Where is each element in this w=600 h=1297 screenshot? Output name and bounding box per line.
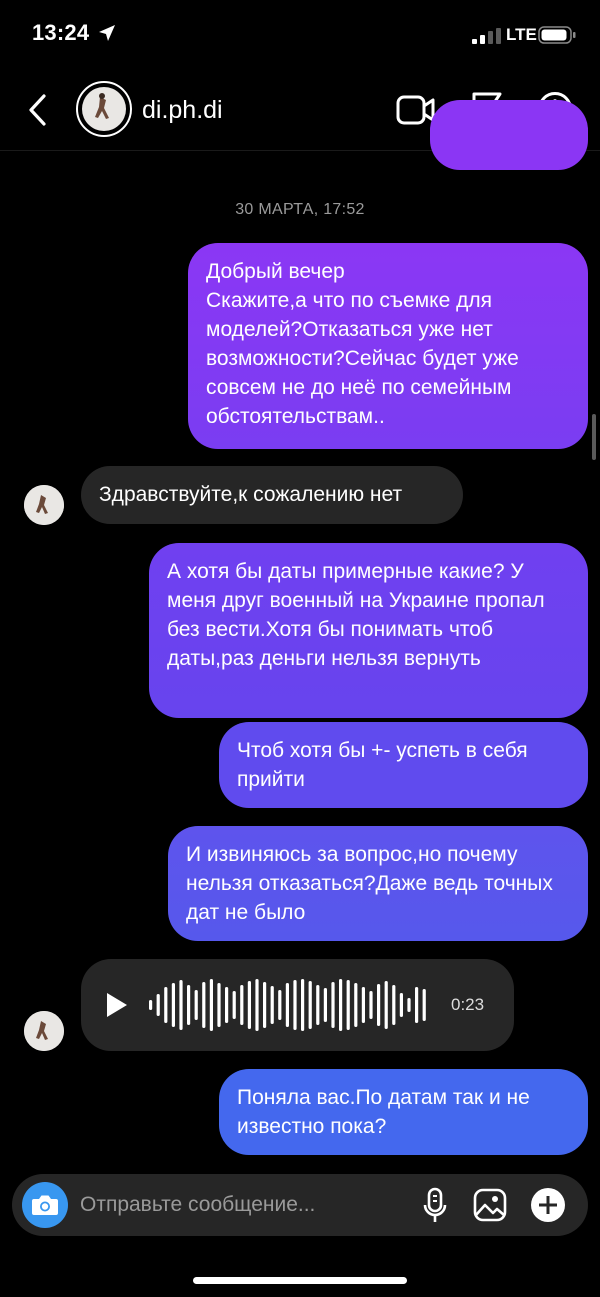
waveform-bar [346,980,350,1030]
outgoing-message[interactable]: Добрый вечер Скажите,а что по съемке для… [188,243,588,449]
message-input[interactable] [80,1190,400,1220]
waveform-bar [194,990,198,1020]
waveform-bar [399,993,403,1017]
avatar-photo-icon [82,87,126,131]
waveform-bar [361,987,365,1023]
status-time: 13:24 [32,20,90,45]
waveform-bar [202,982,206,1028]
waveform-bar [156,994,160,1016]
contact-avatar[interactable] [76,81,132,137]
avatar-photo-icon [24,485,64,525]
camera-button[interactable] [22,1182,68,1228]
home-indicator[interactable] [193,1277,407,1284]
waveform-bar [339,979,343,1031]
outgoing-message[interactable]: И извиняюсь за вопрос,но почему нельзя о… [168,826,588,941]
waveform-bar [285,983,289,1027]
outgoing-message[interactable]: А хотя бы даты примерные какие? У меня д… [149,543,588,718]
network-label: LTE [506,25,537,44]
outgoing-message[interactable]: Поняла вас.По датам так и не известно по… [219,1069,588,1155]
contact-username[interactable]: di.ph.di [142,96,223,125]
microphone-icon[interactable] [423,1187,447,1225]
gallery-icon[interactable] [473,1188,507,1222]
scroll-indicator[interactable] [592,414,596,460]
waveform-bar [369,991,373,1019]
waveform-bar [240,985,244,1025]
voice-message[interactable]: 0:23 [81,959,514,1051]
waveform-bar [422,989,426,1021]
waveform-bar [392,985,396,1025]
signal-icon [472,28,501,44]
waveform-bar [270,986,274,1024]
add-icon[interactable] [530,1187,566,1223]
waveform-bar [331,982,335,1028]
waveform[interactable] [147,973,437,1037]
waveform-bar [354,983,358,1027]
waveform-bar [179,980,183,1030]
waveform-bar [247,981,251,1029]
waveform-bar [149,1000,153,1010]
waveform-bar [209,979,213,1031]
back-chevron-icon[interactable] [24,93,54,127]
sender-avatar[interactable] [24,1011,64,1051]
waveform-bar [232,991,236,1019]
camera-icon [32,1195,58,1215]
waveform-bar [377,984,381,1026]
location-arrow-icon [99,25,115,41]
waveform-bar [263,982,267,1028]
incoming-message[interactable]: Здравствуйте,к сожалению нет [81,466,463,524]
message-bubble-partial [430,100,588,170]
waveform-bar [225,987,229,1023]
waveform-bar [255,979,259,1031]
waveform-bar [301,979,305,1031]
play-icon[interactable] [105,992,129,1018]
waveform-bar [415,987,419,1023]
outgoing-message[interactable]: Чтоб хотя бы +- успеть в себя прийти [219,722,588,808]
waveform-bar [308,981,312,1029]
waveform-bar [323,988,327,1022]
waveform-bar [278,990,282,1020]
waveform-bar [164,987,168,1023]
battery-icon [538,26,576,44]
waveform-bar [384,981,388,1029]
voice-duration: 0:23 [451,995,485,1014]
sender-avatar[interactable] [24,485,64,525]
waveform-bar [171,983,175,1027]
waveform-bar [217,983,221,1027]
avatar-photo-icon [24,1011,64,1051]
waveform-bar [316,985,320,1025]
waveform-bar [187,985,191,1025]
date-timestamp: 30 МАРТА, 17:52 [235,201,365,218]
waveform-bar [407,998,411,1012]
waveform-bar [293,980,297,1030]
